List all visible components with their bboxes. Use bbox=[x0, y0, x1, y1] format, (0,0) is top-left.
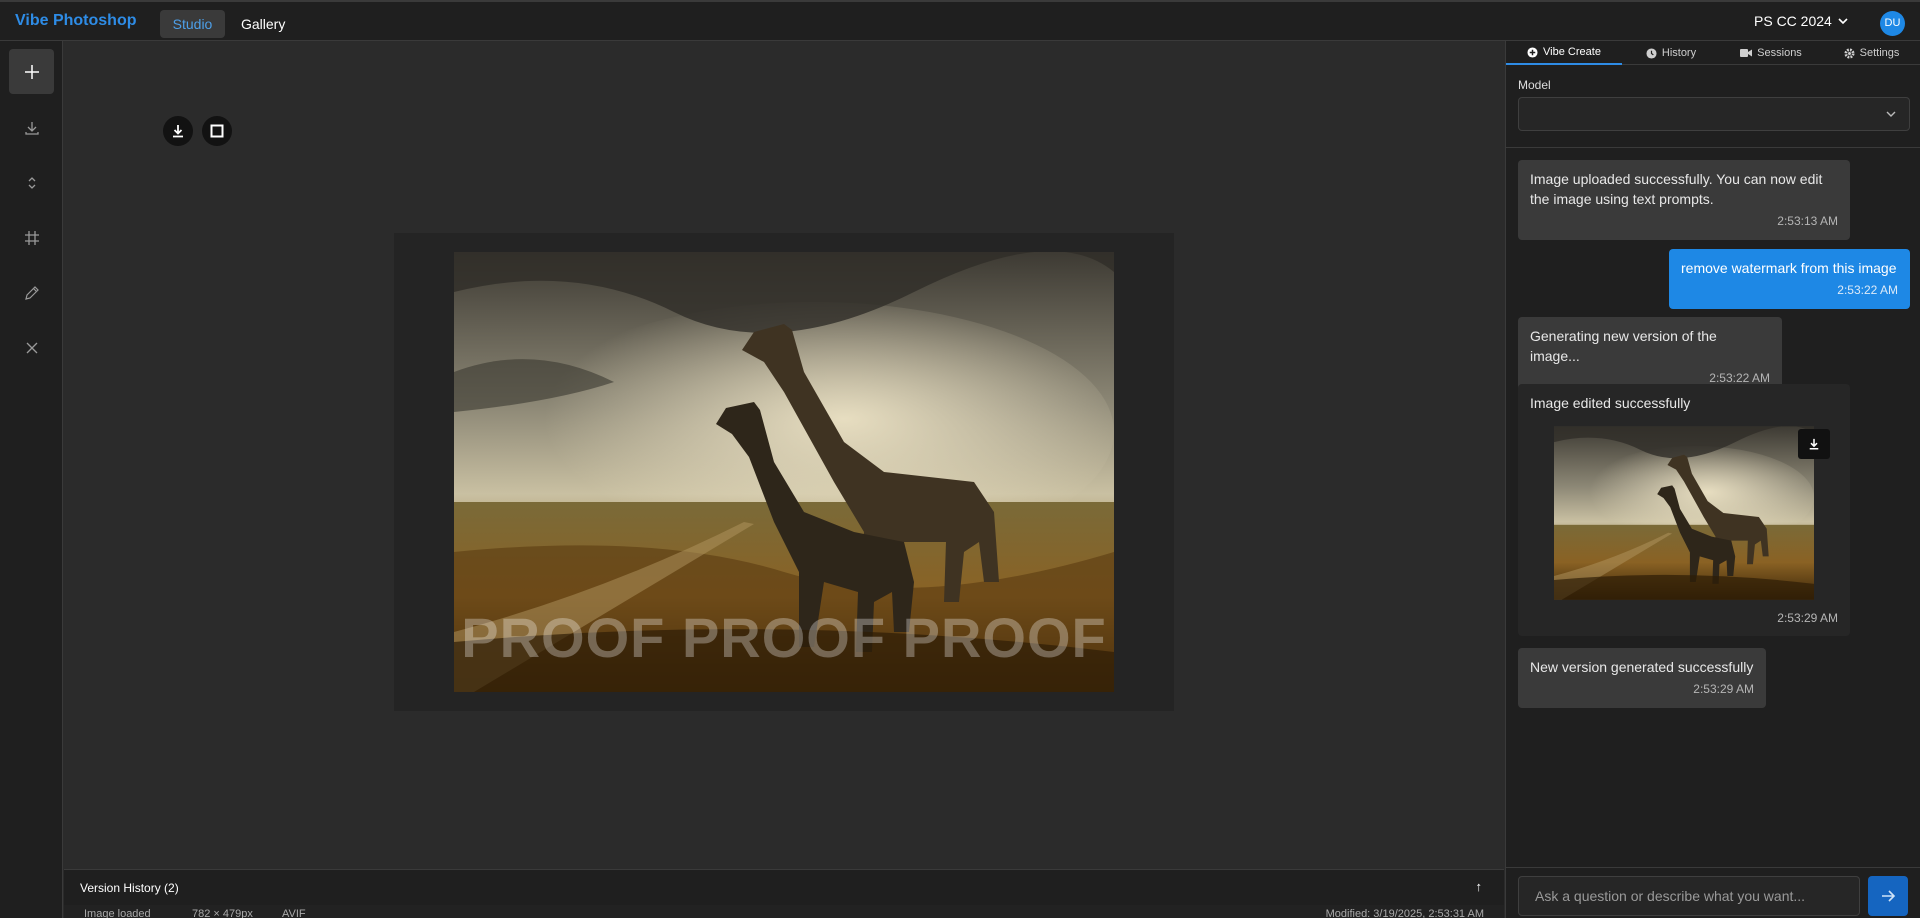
result-thumbnail[interactable] bbox=[1554, 426, 1814, 600]
status-format: AVIF bbox=[282, 908, 306, 918]
status-bar: Image loaded 782 × 479px AVIF Modified: … bbox=[64, 905, 1504, 918]
chat-message-image-result: Image edited successfully 2:53:29 AM bbox=[1518, 384, 1850, 636]
canvas-download-button[interactable] bbox=[163, 116, 193, 146]
version-dropdown[interactable]: PS CC 2024 bbox=[1754, 13, 1848, 29]
tab-label: Sessions bbox=[1757, 47, 1802, 59]
expand-tool-button[interactable] bbox=[9, 160, 54, 205]
message-text: Image uploaded successfully. You can now… bbox=[1530, 171, 1823, 207]
chat-message-bot: Image uploaded successfully. You can now… bbox=[1518, 160, 1850, 240]
left-toolbar bbox=[0, 41, 63, 918]
message-time: 2:53:29 AM bbox=[1693, 682, 1754, 696]
giraffe-photo: PROOF PROOF PROOF bbox=[454, 252, 1114, 692]
chevron-down-icon bbox=[1838, 18, 1848, 25]
chevron-down-icon bbox=[1886, 111, 1896, 117]
arrow-right-icon bbox=[1882, 890, 1896, 902]
pencil-icon bbox=[24, 285, 39, 300]
tab-history[interactable]: History bbox=[1622, 41, 1720, 65]
tab-settings[interactable]: Settings bbox=[1822, 41, 1920, 65]
watermark-text: PROOF PROOF PROOF bbox=[461, 606, 1106, 669]
clock-icon bbox=[1646, 47, 1657, 59]
thumbnail-download-button[interactable] bbox=[1798, 429, 1830, 459]
square-icon bbox=[210, 124, 224, 138]
download-icon bbox=[1809, 438, 1819, 450]
tab-sessions[interactable]: Sessions bbox=[1720, 41, 1822, 65]
download-icon bbox=[173, 125, 183, 138]
message-time: 2:53:22 AM bbox=[1837, 283, 1898, 297]
chat-message-user: remove watermark from this image 2:53:22… bbox=[1669, 249, 1910, 309]
tab-label: History bbox=[1661, 47, 1697, 59]
crop-grid-icon bbox=[24, 230, 39, 245]
close-tool-button[interactable] bbox=[9, 325, 54, 370]
download-icon bbox=[24, 121, 39, 135]
right-panel: Vibe Create History Sessions Settings Mo… bbox=[1505, 41, 1920, 918]
nav-gallery-tab[interactable]: Gallery bbox=[241, 10, 285, 38]
message-time: 2:53:29 AM bbox=[1777, 611, 1838, 625]
avatar[interactable]: DU bbox=[1880, 11, 1905, 36]
plus-circle-icon bbox=[1527, 46, 1538, 58]
version-label: PS CC 2024 bbox=[1754, 13, 1832, 29]
panel-tabs: Vibe Create History Sessions Settings bbox=[1506, 41, 1920, 65]
download-tool-button[interactable] bbox=[9, 105, 54, 150]
canvas-area: PROOF PROOF PROOF bbox=[64, 41, 1504, 869]
add-icon bbox=[24, 64, 39, 79]
top-bar: Vibe Photoshop Studio Gallery PS CC 2024… bbox=[0, 0, 1920, 41]
crop-tool-button[interactable] bbox=[9, 215, 54, 260]
message-text: Generating new version of the image... bbox=[1530, 328, 1717, 364]
chat-input[interactable] bbox=[1518, 876, 1860, 916]
model-label: Model bbox=[1518, 78, 1551, 92]
draw-tool-button[interactable] bbox=[9, 270, 54, 315]
version-history-toggle[interactable]: ↑ bbox=[1476, 879, 1483, 894]
status-dimensions: 782 × 479px bbox=[192, 908, 253, 918]
message-text: remove watermark from this image bbox=[1681, 260, 1897, 276]
add-tool-button[interactable] bbox=[9, 49, 54, 94]
message-text: New version generated successfully bbox=[1530, 659, 1754, 675]
tab-label: Settings bbox=[1859, 47, 1900, 59]
chat-input-area bbox=[1506, 867, 1920, 918]
gear-icon bbox=[1844, 47, 1855, 59]
model-select[interactable] bbox=[1518, 97, 1910, 131]
panel-divider bbox=[1506, 147, 1920, 148]
nav-studio-tab[interactable]: Studio bbox=[160, 10, 225, 38]
status-state: Image loaded bbox=[84, 908, 151, 918]
send-button[interactable] bbox=[1868, 876, 1908, 916]
canvas-fit-button[interactable] bbox=[202, 116, 232, 146]
canvas-image[interactable]: PROOF PROOF PROOF bbox=[454, 252, 1114, 692]
message-text: Image edited successfully bbox=[1530, 395, 1691, 411]
tab-vibe-create[interactable]: Vibe Create bbox=[1506, 41, 1622, 65]
tab-label: Vibe Create bbox=[1543, 46, 1601, 58]
message-time: 2:53:13 AM bbox=[1777, 214, 1838, 228]
status-modified: Modified: 3/19/2025, 2:53:31 AM bbox=[1325, 908, 1484, 918]
close-icon bbox=[26, 342, 37, 353]
video-icon bbox=[1740, 49, 1753, 57]
version-history-bar[interactable]: Version History (2) ↑ bbox=[64, 869, 1504, 905]
giraffe-thumbnail bbox=[1554, 426, 1814, 600]
version-history-title: Version History (2) bbox=[80, 881, 179, 895]
brand-logo[interactable]: Vibe Photoshop bbox=[15, 12, 136, 30]
expand-vertical-icon bbox=[28, 176, 35, 189]
chat-message-bot: New version generated successfully 2:53:… bbox=[1518, 648, 1766, 708]
